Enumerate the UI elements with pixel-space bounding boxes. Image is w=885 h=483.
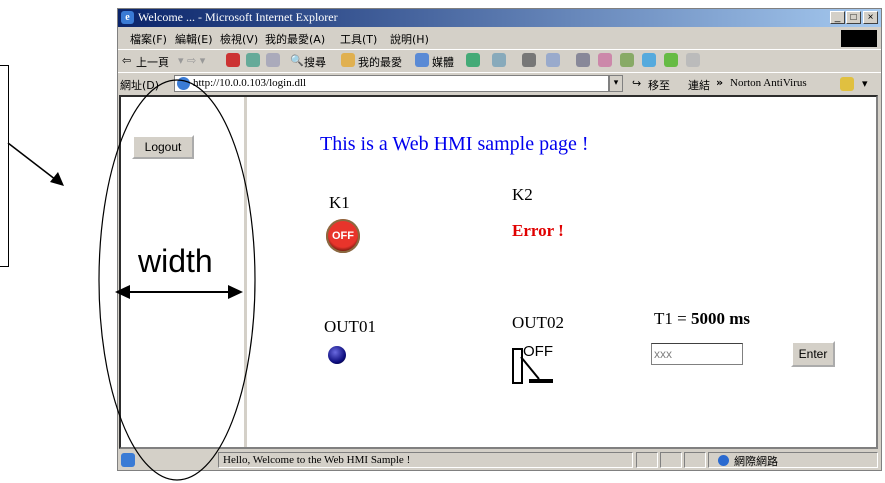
norton-antivirus-link[interactable]: Norton AntiVirus xyxy=(730,77,807,89)
norton-icon[interactable] xyxy=(840,77,854,91)
print-icon[interactable] xyxy=(522,53,536,67)
address-dropdown-icon[interactable]: ▾ xyxy=(609,75,623,92)
browser-window: e Welcome ... - Microsoft Internet Explo… xyxy=(117,8,882,471)
menu-edit[interactable]: 編輯(E) xyxy=(175,31,213,47)
menu-view[interactable]: 檢視(V) xyxy=(220,31,258,47)
window-title: Welcome ... - Microsoft Internet Explore… xyxy=(138,10,338,24)
favorites-button[interactable]: 我的最愛 xyxy=(358,54,402,70)
windows-logo-icon xyxy=(841,30,877,47)
status-bar: Hello, Welcome to the Web HMI Sample ! 網… xyxy=(118,450,881,470)
refresh-icon[interactable] xyxy=(246,53,260,67)
status-pane-2 xyxy=(660,452,682,468)
page-content: Logout This is a Web HMI sample page ! K… xyxy=(119,95,878,449)
search-button[interactable]: 搜尋 xyxy=(304,54,326,70)
page-status-icon xyxy=(121,453,135,467)
media-icon xyxy=(415,53,429,67)
back-arrow-icon: ⇦ xyxy=(122,54,132,67)
back-button[interactable]: 上一頁 xyxy=(136,54,169,70)
title-bar[interactable]: e Welcome ... - Microsoft Internet Explo… xyxy=(118,9,881,27)
minimize-button[interactable]: _ xyxy=(830,11,845,24)
out02-label: OUT02 xyxy=(512,313,564,332)
annotation-callout-box xyxy=(0,65,9,267)
out01-lamp-icon[interactable] xyxy=(328,346,346,364)
k2-label: K2 xyxy=(512,185,533,204)
search-icon: 🔍 xyxy=(290,54,304,67)
links-label[interactable]: 連結 xyxy=(688,77,710,93)
address-input[interactable]: http://10.0.0.103/login.dll xyxy=(174,75,609,92)
t1-label: T1 = 5000 ms xyxy=(654,309,750,329)
width-annotation-label: width xyxy=(138,243,213,279)
edit-icon[interactable] xyxy=(546,53,560,67)
home-icon[interactable] xyxy=(266,53,280,67)
status-pane-1 xyxy=(636,452,658,468)
stop-icon[interactable] xyxy=(226,53,240,67)
address-url: http://10.0.0.103/login.dll xyxy=(193,77,307,89)
status-text: Hello, Welcome to the Web HMI Sample ! xyxy=(223,454,411,466)
out02-switch-state: OFF xyxy=(523,343,553,360)
links-chevron-icon[interactable]: » xyxy=(716,76,723,89)
messenger-icon[interactable] xyxy=(598,53,612,67)
favorites-icon xyxy=(341,53,355,67)
address-label: 網址(D) xyxy=(120,79,160,92)
t1-input[interactable] xyxy=(651,343,743,365)
t1-label-prefix: T1 = xyxy=(654,309,687,328)
maximize-button[interactable]: □ xyxy=(846,11,861,24)
forward-icon[interactable]: ▾ ⇨ ▾ xyxy=(178,54,205,67)
enter-button[interactable]: Enter xyxy=(791,341,835,367)
mail-icon[interactable] xyxy=(492,53,506,67)
out01-label: OUT01 xyxy=(324,317,376,336)
go-arrow-icon: ↪ xyxy=(632,77,642,90)
out02-switch[interactable]: OFF xyxy=(511,343,561,387)
plugin-icon[interactable] xyxy=(664,53,678,67)
page-title: This is a Web HMI sample page ! xyxy=(320,133,589,155)
toolbar: ⇦ 上一頁 ▾ ⇨ ▾ 🔍 搜尋 我的最愛 媒體 xyxy=(118,49,881,72)
t1-value: 5000 ms xyxy=(690,309,751,328)
k1-label: K1 xyxy=(329,193,350,212)
logout-button[interactable]: Logout xyxy=(132,135,194,159)
menu-tools[interactable]: 工具(T) xyxy=(340,31,377,47)
zone-label: 網際網路 xyxy=(734,455,778,468)
history-icon[interactable] xyxy=(466,53,480,67)
globe-icon xyxy=(718,455,729,466)
menu-file[interactable]: 檔案(F) xyxy=(130,31,167,47)
callout-line xyxy=(7,142,61,184)
k2-error-status: Error ! xyxy=(512,221,564,240)
research-icon[interactable] xyxy=(620,53,634,67)
msn-icon[interactable] xyxy=(642,53,656,67)
go-button[interactable]: 移至 xyxy=(648,77,670,93)
close-button[interactable]: × xyxy=(863,11,878,24)
menu-help[interactable]: 說明(H) xyxy=(390,31,429,47)
ie-icon: e xyxy=(121,11,134,24)
extra-icon[interactable] xyxy=(686,53,700,67)
page-icon xyxy=(177,77,190,90)
menu-bar: 檔案(F) 編輯(E) 檢視(V) 我的最愛(A) 工具(T) 說明(H) xyxy=(118,28,881,48)
k1-status-lamp[interactable]: OFF xyxy=(326,219,360,253)
discuss-icon[interactable] xyxy=(576,53,590,67)
address-bar: 網址(D) http://10.0.0.103/login.dll ▾ ↪ 移至… xyxy=(118,72,881,95)
menu-favorites[interactable]: 我的最愛(A) xyxy=(265,31,325,47)
status-pane-3 xyxy=(684,452,706,468)
callout-arrowhead-icon xyxy=(50,172,64,186)
norton-dropdown-icon[interactable]: ▾ xyxy=(862,77,868,90)
media-button[interactable]: 媒體 xyxy=(432,54,454,70)
